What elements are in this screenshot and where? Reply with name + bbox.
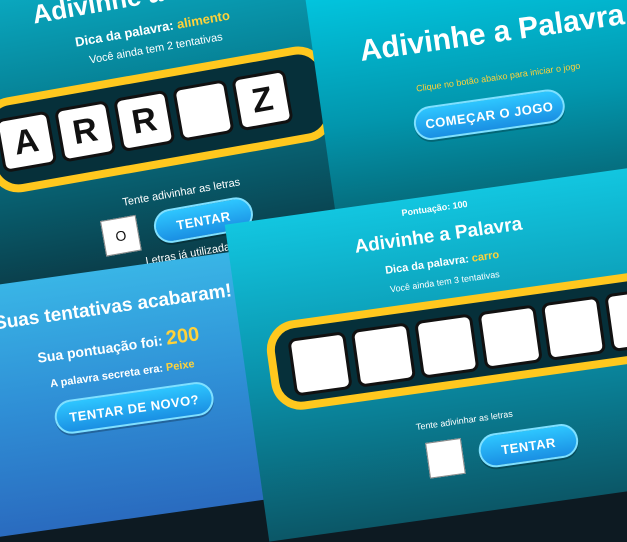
letter-tile: Z	[231, 68, 294, 132]
letter-input[interactable]	[425, 438, 466, 479]
letter-tile	[540, 295, 607, 362]
letter-tile: A	[0, 110, 58, 174]
letter-tile	[414, 313, 480, 379]
letter-tile	[172, 79, 235, 142]
letter-tile	[477, 304, 543, 370]
hint-label: Dica da palavra:	[384, 253, 470, 277]
game-panel-new: Pontuação: 100 Adivinhe a Palavra Dica d…	[224, 166, 627, 542]
letter-tile	[287, 331, 353, 397]
retry-button[interactable]: TENTAR DE NOVO?	[52, 379, 216, 436]
word-board	[263, 268, 627, 414]
secret-value: Peixe	[165, 358, 196, 374]
letter-tile	[350, 322, 417, 388]
start-game-button[interactable]: COMEÇAR O JOGO	[411, 87, 567, 143]
secret-label: A palavra secreta era:	[49, 362, 164, 391]
hint-value: alimento	[175, 7, 231, 32]
letter-input[interactable]: O	[100, 214, 142, 257]
letter-tile: R	[113, 89, 176, 153]
letter-tile	[604, 286, 627, 353]
score-value: 200	[164, 323, 201, 350]
letter-tile: R	[53, 100, 117, 163]
try-button[interactable]: TENTAR	[476, 421, 581, 470]
hint-value: carro	[471, 248, 500, 265]
score-label: Sua pontuação foi:	[36, 332, 164, 366]
